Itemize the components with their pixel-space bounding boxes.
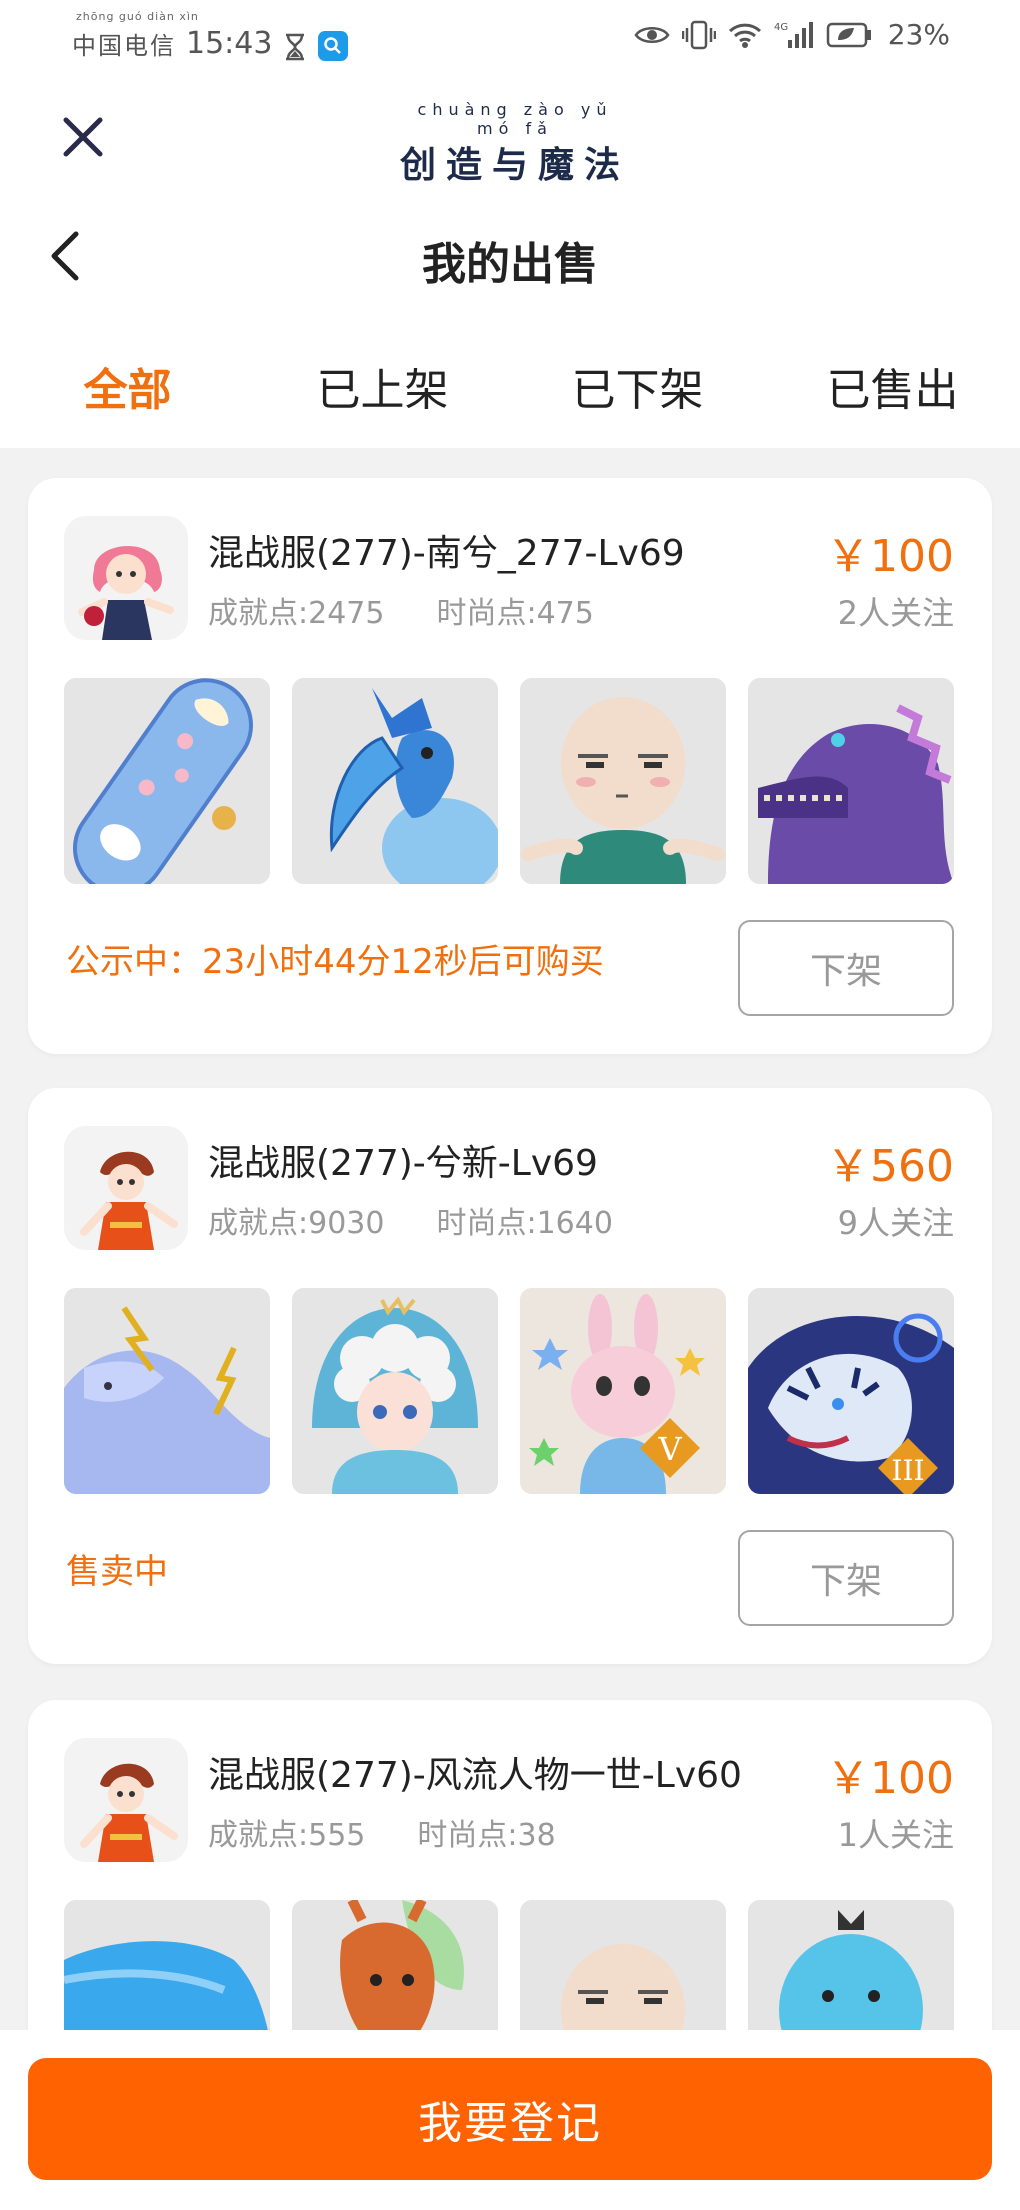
hourglass-icon (286, 33, 305, 61)
page-header: 我的出售 (0, 202, 1020, 312)
role-title: 混战服(277)-南兮_277-Lv69 (208, 533, 685, 574)
tab-listed[interactable]: 已上架 (255, 312, 510, 448)
logo-pinyin: chuàng zào yǔ mó fǎ (417, 100, 613, 138)
cloud-girl-item[interactable] (292, 1288, 498, 1494)
achievement-points: 成就点:9030 (208, 1206, 385, 1241)
listing-status: 公示中：23小时44分12秒后可购买 (66, 942, 604, 982)
follower-count: 2人关注 (837, 594, 954, 632)
pink-bunny-item[interactable]: V (520, 1288, 726, 1494)
status-right: 4G 23% (634, 18, 950, 51)
app-logo: chuàng zào yǔ mó fǎ 创造与魔法 (395, 100, 635, 186)
follower-count: 9人关注 (837, 1204, 954, 1242)
follower-count: 1人关注 (837, 1816, 954, 1854)
role-title: 混战服(277)-风流人物一世-Lv60 (208, 1755, 742, 1796)
price: ￥100 (826, 531, 954, 582)
svg-text:III: III (891, 1454, 924, 1487)
carrier: zhōng guó diàn xìn 中国电信 (72, 10, 198, 61)
logo-text: 创造与魔法 (399, 144, 630, 186)
status-bar: zhōng guó diàn xìn 中国电信 15:43 4G 23% (0, 0, 1020, 72)
app-top-bar: chuàng zào yǔ mó fǎ 创造与魔法 (0, 72, 1020, 202)
tab-bar: 全部 已上架 已下架 已售出 (0, 312, 1020, 448)
page-title: 我的出售 (422, 239, 598, 290)
carrier-name: 中国电信 (72, 32, 176, 60)
item-gallery: V III (64, 1288, 954, 1494)
bald-head-item[interactable] (520, 678, 726, 884)
delist-button[interactable]: 下架 (738, 1530, 954, 1626)
fashion-points: 时尚点:38 (417, 1818, 556, 1853)
listing-card[interactable]: 混战服(277)-兮新-Lv69 成就点:9030 时尚点:1640 ￥560 9… (28, 1088, 992, 1664)
eye-icon (634, 26, 670, 43)
status-left: zhōng guó diàn xìn 中国电信 15:43 (72, 10, 349, 61)
role-stats: 成就点:9030 时尚点:1640 (208, 1198, 613, 1242)
role-stats: 成就点:555 时尚点:38 (208, 1810, 556, 1854)
listing-status: 售卖中 (66, 1552, 168, 1592)
clock: 15:43 (186, 26, 273, 61)
blue-bird-item[interactable] (292, 678, 498, 884)
register-button[interactable]: 我要登记 (28, 2058, 992, 2180)
listing-card[interactable]: 混战服(277)-南兮_277-Lv69 成就点:2475 时尚点:475 ￥10… (28, 478, 992, 1054)
fashion-points: 时尚点:475 (436, 596, 594, 631)
role-title: 混战服(277)-兮新-Lv69 (208, 1143, 598, 1184)
character-avatar (64, 1126, 188, 1250)
svg-text:V: V (657, 1430, 682, 1468)
price: ￥560 (826, 1141, 954, 1192)
achievement-points: 成就点:2475 (208, 596, 385, 631)
tab-all[interactable]: 全部 (0, 312, 255, 448)
skateboard-item[interactable] (64, 678, 270, 884)
character-avatar (64, 1738, 188, 1862)
battery-level: 23% (887, 18, 950, 51)
svg-text:4G: 4G (774, 22, 788, 33)
tab-delisted[interactable]: 已下架 (510, 312, 765, 448)
fashion-points: 时尚点:1640 (436, 1206, 613, 1241)
blue-tiger-item[interactable]: III (748, 1288, 954, 1494)
purple-dinosaur-item[interactable] (748, 678, 954, 884)
listing-card[interactable]: 混战服(277)-风流人物一世-Lv60 成就点:555 时尚点:38 ￥100 … (28, 1700, 992, 2106)
role-stats: 成就点:2475 时尚点:475 (208, 588, 594, 632)
wifi-icon (728, 23, 761, 48)
battery-icon (826, 22, 871, 47)
bottom-action-bar: 我要登记 (0, 2030, 1020, 2210)
achievement-points: 成就点:555 (208, 1818, 366, 1853)
character-avatar (64, 516, 188, 640)
search-app-icon (318, 31, 349, 61)
vibrate-icon (681, 20, 716, 49)
lightning-horse-item[interactable] (64, 1288, 270, 1494)
item-gallery (64, 678, 954, 884)
carrier-pinyin: zhōng guó diàn xìn (76, 10, 199, 23)
close-icon[interactable] (58, 112, 108, 162)
tab-sold[interactable]: 已售出 (765, 312, 1020, 448)
delist-button[interactable]: 下架 (738, 920, 954, 1016)
signal-4g-icon: 4G (774, 21, 813, 48)
price: ￥100 (826, 1753, 954, 1804)
